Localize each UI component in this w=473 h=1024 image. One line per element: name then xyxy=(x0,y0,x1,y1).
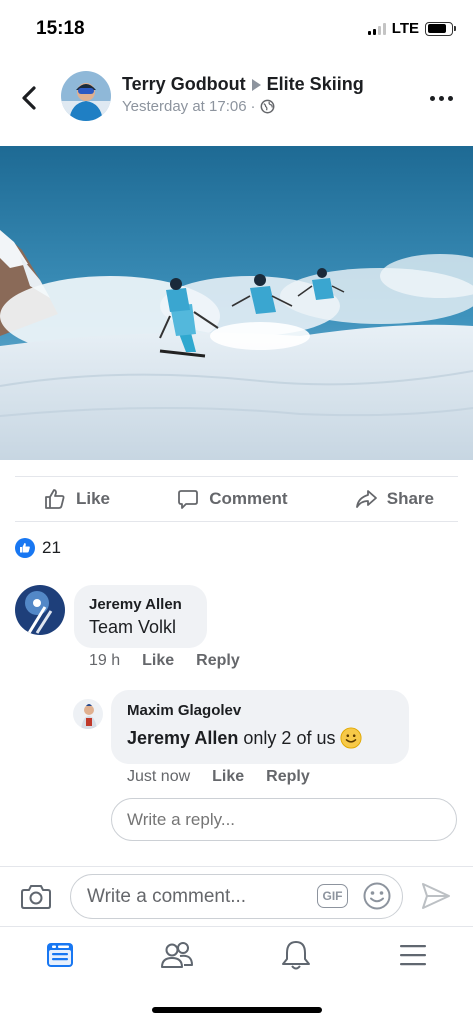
post-header: Terry Godbout Elite Skiing Yesterday at 1… xyxy=(0,60,473,136)
reply-like-button[interactable]: Like xyxy=(212,768,244,786)
ski-photo xyxy=(0,146,473,460)
reaction-count: 21 xyxy=(42,538,61,557)
reply-time: Just now xyxy=(127,768,191,785)
hamburger-menu-icon xyxy=(400,945,426,966)
camera-button[interactable] xyxy=(20,883,52,911)
home-indicator[interactable] xyxy=(152,1007,322,1013)
comment-reply-button[interactable]: Reply xyxy=(196,652,240,670)
battery-fill xyxy=(427,24,446,33)
reply-text-line: Jeremy Allen only 2 of us xyxy=(127,727,393,749)
reply-bubble[interactable]: Maxim Glagolev Jeremy Allen only 2 of us xyxy=(111,690,409,764)
nav-friends[interactable] xyxy=(160,939,194,971)
back-arrow-icon xyxy=(22,86,36,110)
comment-like-button[interactable]: Like xyxy=(142,652,174,670)
share-label: Share xyxy=(386,489,434,508)
post-photo[interactable] xyxy=(0,146,473,460)
post-author-line: Terry Godbout Elite Skiing xyxy=(122,74,364,95)
comment-bubble[interactable]: Jeremy Allen Team Volkl xyxy=(74,585,207,648)
commenter-avatar[interactable] xyxy=(15,585,65,635)
send-icon xyxy=(422,883,450,909)
smiley-emoji-icon xyxy=(340,727,363,749)
meta-separator: · xyxy=(250,98,256,115)
post-action-bar: Like Comment Share xyxy=(15,476,458,522)
comment-time: 19 h xyxy=(89,652,121,669)
reply-reply-button[interactable]: Reply xyxy=(266,768,310,786)
reply-author-name[interactable]: Maxim Glagolev xyxy=(127,702,393,719)
reply-avatar[interactable] xyxy=(73,699,103,729)
share-button[interactable]: Share xyxy=(354,487,434,511)
post-meta: Yesterday at 17:06 · xyxy=(122,98,275,115)
reply-text: only 2 of us xyxy=(243,727,336,748)
nav-notifications[interactable] xyxy=(279,939,313,971)
status-time: 15:18 xyxy=(36,18,85,39)
reply-mention[interactable]: Jeremy Allen xyxy=(127,728,238,749)
comment-text: Team Volkl xyxy=(89,617,177,637)
back-button[interactable] xyxy=(18,84,42,112)
status-bar: 15:18 LTE xyxy=(0,0,473,56)
reactions-summary[interactable]: 21 xyxy=(15,538,61,558)
comment-actions: 19 h Like Reply xyxy=(89,652,240,670)
reply-input[interactable] xyxy=(111,798,457,841)
battery-icon xyxy=(425,21,456,36)
bottom-nav xyxy=(0,926,473,982)
emoji-button[interactable] xyxy=(362,881,392,911)
bell-icon xyxy=(282,941,310,970)
author-avatar[interactable] xyxy=(61,71,111,121)
globe-icon xyxy=(260,99,274,114)
comment-input[interactable]: Write a comment... xyxy=(70,874,403,919)
news-feed-icon xyxy=(47,943,73,967)
gif-button[interactable]: GIF xyxy=(317,884,348,908)
emoji-icon xyxy=(363,882,391,910)
nav-news-feed[interactable] xyxy=(43,939,77,971)
network-type: LTE xyxy=(391,20,419,37)
like-button[interactable]: Like xyxy=(43,487,110,511)
right-triangle-icon xyxy=(251,78,261,91)
post-timestamp[interactable]: Yesterday at 17:06 xyxy=(122,98,247,115)
more-options-button[interactable] xyxy=(430,96,453,101)
nav-menu[interactable] xyxy=(396,939,430,971)
thumbs-up-icon xyxy=(45,489,65,509)
camera-icon xyxy=(21,885,51,909)
like-reaction-icon xyxy=(15,538,35,558)
friends-icon xyxy=(161,942,193,968)
comment-label: Comment xyxy=(209,489,288,508)
send-button[interactable] xyxy=(420,881,452,911)
author-name[interactable]: Terry Godbout xyxy=(122,74,246,94)
status-indicators: LTE xyxy=(367,20,456,37)
like-label: Like xyxy=(76,489,111,508)
commenter-name[interactable]: Jeremy Allen xyxy=(89,596,192,613)
reply-actions: Just now Like Reply xyxy=(127,768,310,786)
comment-button[interactable]: Comment xyxy=(176,487,288,511)
divider xyxy=(0,866,473,867)
share-arrow-icon xyxy=(355,490,377,508)
comment-bubble-icon xyxy=(178,490,199,509)
group-name[interactable]: Elite Skiing xyxy=(267,74,364,94)
signal-icon xyxy=(367,22,386,35)
